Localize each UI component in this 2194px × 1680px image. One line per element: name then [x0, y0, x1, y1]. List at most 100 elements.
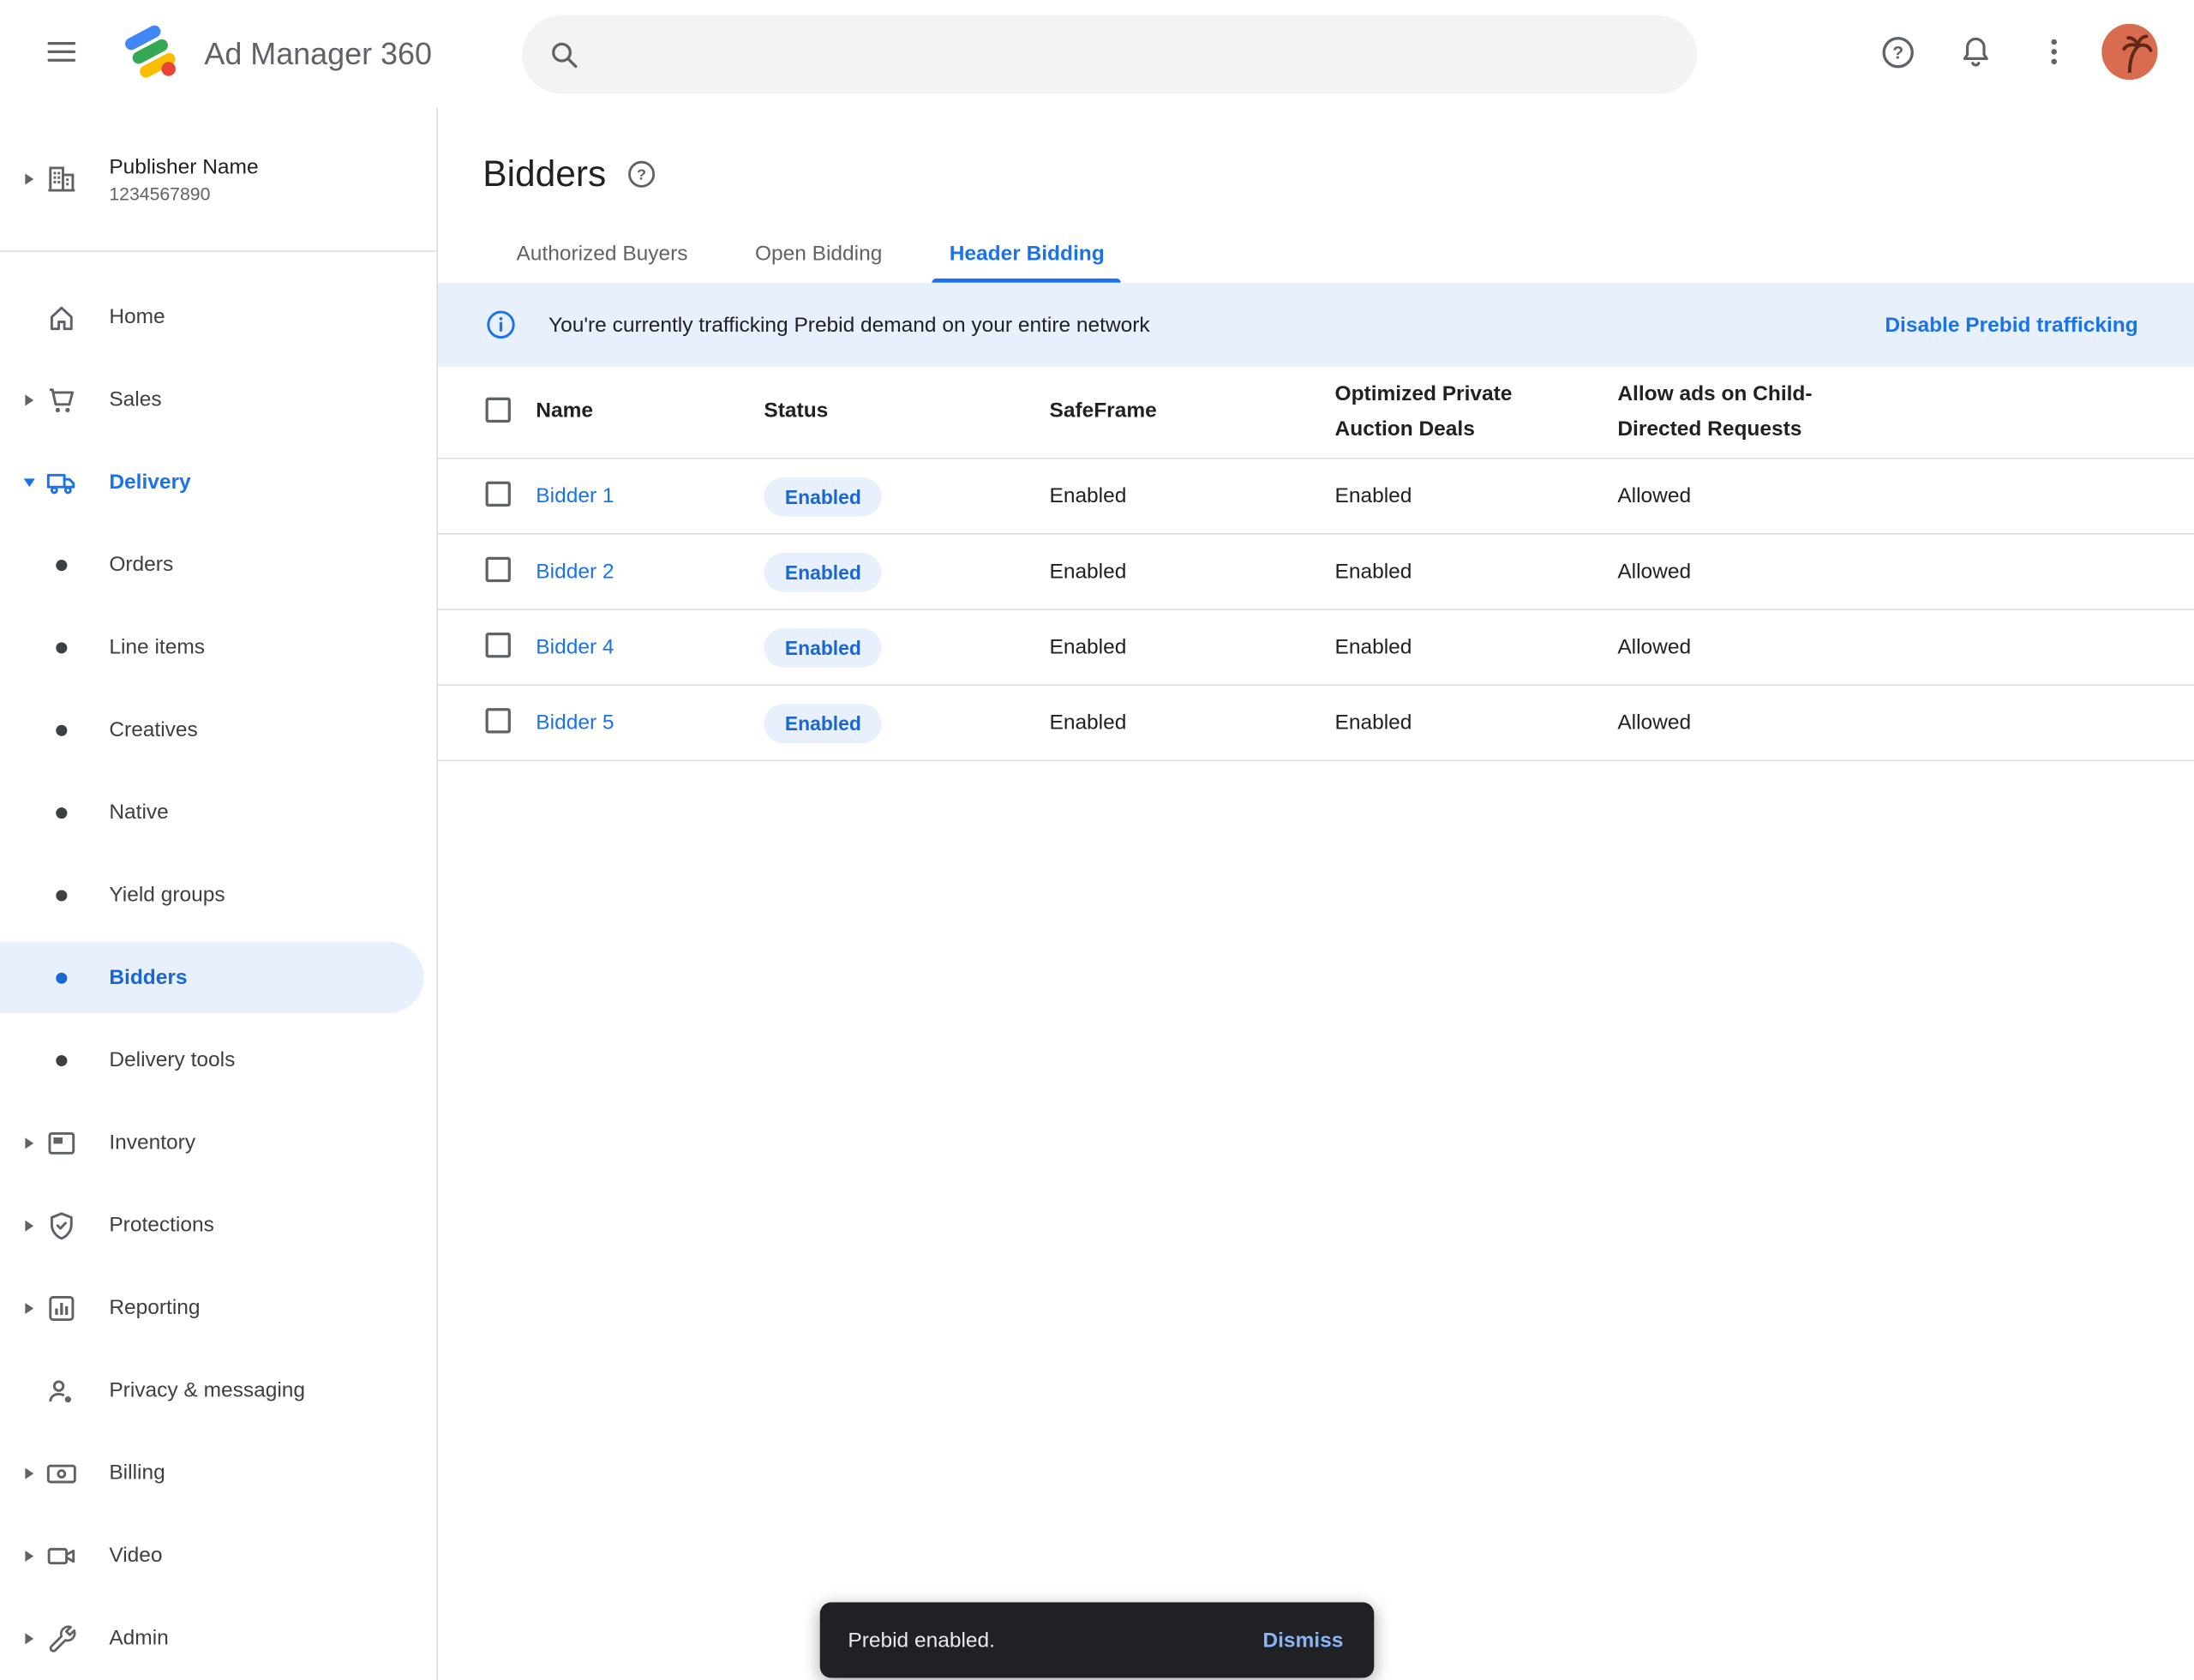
- expand-arrow-icon: [14, 173, 45, 184]
- column-header-name: Name: [536, 395, 764, 429]
- hamburger-menu-button[interactable]: [28, 21, 95, 87]
- bullet-icon: [45, 559, 78, 570]
- bidder-link[interactable]: Bidder 1: [536, 484, 764, 508]
- app-title: Ad Manager 360: [204, 36, 432, 72]
- child-directed-value: Allowed: [1617, 560, 2194, 584]
- select-all-checkbox[interactable]: [486, 397, 511, 422]
- sidebar-item-label: Delivery tools: [109, 1048, 235, 1072]
- sidebar-item-native[interactable]: Native: [0, 771, 436, 854]
- kebab-menu-icon: [2037, 35, 2071, 73]
- sidebar-item-inventory[interactable]: Inventory: [0, 1101, 436, 1184]
- expand-arrow-icon[interactable]: [14, 1632, 45, 1643]
- publisher-name: Publisher Name: [109, 154, 258, 178]
- column-header-opad: Optimized Private Auction Deals: [1335, 377, 1587, 447]
- expand-arrow-icon[interactable]: [14, 1302, 45, 1313]
- opad-value: Enabled: [1335, 711, 1618, 735]
- sidebar-item-creatives[interactable]: Creatives: [0, 688, 436, 771]
- sidebar-item-video[interactable]: Video: [0, 1515, 436, 1597]
- opad-value: Enabled: [1335, 560, 1618, 584]
- toast-message: Prebid enabled.: [848, 1629, 995, 1653]
- opad-value: Enabled: [1335, 635, 1618, 659]
- disable-prebid-trafficking-link[interactable]: Disable Prebid trafficking: [1885, 313, 2137, 337]
- sidebar-item-line-items[interactable]: Line items: [0, 606, 436, 688]
- dismiss-button[interactable]: Dismiss: [1244, 1614, 1364, 1665]
- tab-label: Open Bidding: [755, 242, 882, 266]
- bullet-icon: [45, 972, 78, 983]
- child-directed-value: Allowed: [1617, 711, 2194, 735]
- toast-snackbar: Prebid enabled. Dismiss: [820, 1602, 1375, 1677]
- top-bar: Ad Manager 360 ?: [0, 0, 2194, 108]
- search-input[interactable]: [600, 41, 1683, 66]
- table-row: Bidder 1 Enabled Enabled Enabled Allowed: [438, 459, 2194, 535]
- main-content: Bidders ? Authorized Buyers Open Bidding…: [438, 108, 2194, 1680]
- notifications-button[interactable]: [1942, 21, 2009, 87]
- row-checkbox[interactable]: [486, 707, 511, 732]
- sidebar-item-label: Privacy & messaging: [109, 1378, 305, 1402]
- child-directed-value: Allowed: [1617, 484, 2194, 508]
- safeframe-value: Enabled: [1049, 635, 1334, 659]
- bell-icon: [1957, 33, 1993, 74]
- sidebar: Publisher Name 1234567890 Home: [0, 108, 438, 1680]
- status-badge: Enabled: [764, 627, 882, 667]
- sidebar-item-label: Admin: [109, 1626, 168, 1650]
- sidebar-item-label: Inventory: [109, 1131, 195, 1155]
- row-checkbox[interactable]: [486, 481, 511, 506]
- safeframe-value: Enabled: [1049, 711, 1334, 735]
- sidebar-item-home[interactable]: Home: [0, 276, 436, 358]
- home-icon: [45, 300, 78, 333]
- sidebar-item-sales[interactable]: Sales: [0, 358, 436, 441]
- sidebar-item-privacy-messaging[interactable]: Privacy & messaging: [0, 1349, 436, 1431]
- row-checkbox[interactable]: [486, 632, 511, 657]
- publisher-selector[interactable]: Publisher Name 1234567890: [0, 108, 436, 252]
- table-header-row: Name Status SafeFrame Optimized Private …: [438, 367, 2194, 459]
- sidebar-item-billing[interactable]: Billing: [0, 1431, 436, 1514]
- sidebar-item-orders[interactable]: Orders: [0, 524, 436, 606]
- search-bar[interactable]: [521, 15, 1696, 93]
- more-options-button[interactable]: [2021, 21, 2088, 87]
- expand-arrow-icon[interactable]: [14, 1220, 45, 1231]
- sidebar-item-label: Native: [109, 801, 168, 825]
- info-banner: You're currently trafficking Prebid dema…: [438, 283, 2194, 367]
- sidebar-item-bidders[interactable]: Bidders: [0, 936, 436, 1018]
- expand-arrow-icon[interactable]: [14, 1137, 45, 1149]
- bidder-link[interactable]: Bidder 4: [536, 635, 764, 659]
- table-row: Bidder 2 Enabled Enabled Enabled Allowed: [438, 535, 2194, 610]
- sidebar-item-protections[interactable]: Protections: [0, 1184, 436, 1266]
- column-header-child-directed: Allow ads on Child-Directed Requests: [1617, 377, 1869, 447]
- page-help-icon[interactable]: ?: [626, 158, 658, 190]
- tab-bar: Authorized Buyers Open Bidding Header Bi…: [438, 224, 2194, 283]
- bidder-link[interactable]: Bidder 2: [536, 560, 764, 584]
- sidebar-item-delivery-tools[interactable]: Delivery tools: [0, 1019, 436, 1101]
- sidebar-item-label: Bidders: [109, 966, 187, 990]
- hamburger-icon: [45, 35, 78, 73]
- status-badge: Enabled: [764, 703, 882, 742]
- tab-open-bidding[interactable]: Open Bidding: [722, 224, 916, 283]
- account-avatar[interactable]: [2099, 23, 2161, 85]
- expand-arrow-icon[interactable]: [14, 1467, 45, 1479]
- sidebar-item-admin[interactable]: Admin: [0, 1597, 436, 1679]
- building-icon: [45, 162, 78, 195]
- help-button[interactable]: ?: [1864, 21, 1931, 87]
- shield-icon: [45, 1209, 78, 1242]
- expand-arrow-icon[interactable]: [14, 1550, 45, 1561]
- tab-label: Header Bidding: [950, 242, 1105, 266]
- search-icon: [536, 26, 591, 81]
- tab-authorized-buyers[interactable]: Authorized Buyers: [483, 224, 721, 283]
- sidebar-item-label: Sales: [109, 387, 161, 411]
- sidebar-item-delivery[interactable]: Delivery: [0, 441, 436, 523]
- column-header-safeframe: SafeFrame: [1049, 395, 1334, 429]
- status-badge: Enabled: [764, 552, 882, 591]
- sidebar-item-yield-groups[interactable]: Yield groups: [0, 854, 436, 936]
- tab-header-bidding[interactable]: Header Bidding: [916, 224, 1138, 283]
- sidebar-item-label: Reporting: [109, 1296, 200, 1320]
- sidebar-item-reporting[interactable]: Reporting: [0, 1267, 436, 1349]
- bullet-icon: [45, 724, 78, 735]
- sidebar-item-label: Video: [109, 1544, 162, 1568]
- row-checkbox[interactable]: [486, 556, 511, 581]
- collapse-arrow-icon[interactable]: [14, 478, 45, 487]
- sidebar-item-label: Billing: [109, 1461, 165, 1485]
- wrench-icon: [45, 1621, 78, 1654]
- expand-arrow-icon[interactable]: [14, 394, 45, 405]
- sidebar-item-label: Home: [109, 305, 165, 329]
- bidder-link[interactable]: Bidder 5: [536, 711, 764, 735]
